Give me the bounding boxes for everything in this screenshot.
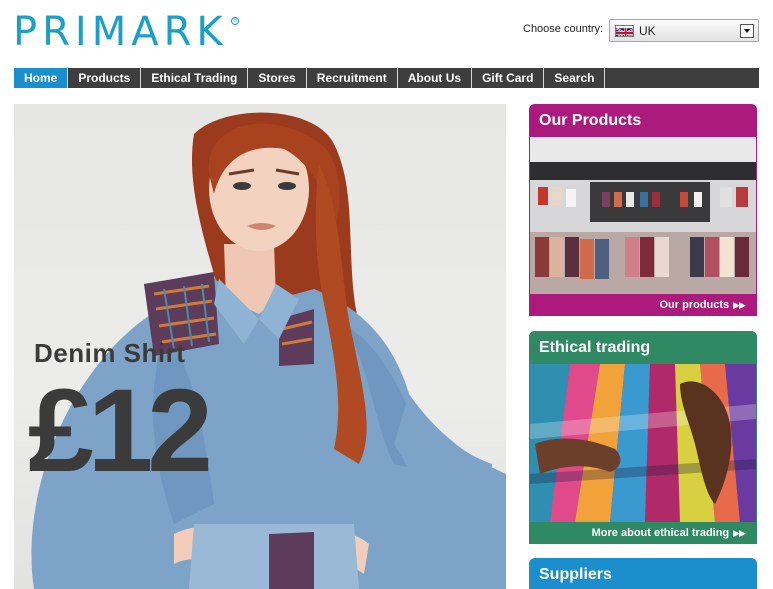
suppliers-panel[interactable]: Suppliers: [529, 558, 757, 589]
nav-item-search[interactable]: Search: [544, 68, 606, 88]
double-arrow-icon: ▶▶: [733, 300, 746, 310]
fabric-hands-image[interactable]: [529, 364, 757, 522]
main-nav: Home Products Ethical Trading Stores Rec…: [14, 68, 759, 88]
store-interior-image[interactable]: [529, 137, 757, 294]
ethical-trading-title: Ethical trading: [529, 331, 757, 364]
nav-item-home[interactable]: Home: [14, 68, 69, 88]
nav-item-recruitment[interactable]: Recruitment: [307, 68, 398, 88]
registered-mark-icon: ®: [231, 17, 239, 25]
ethical-trading-panel[interactable]: Ethical trading More about ethical tradi…: [529, 331, 757, 544]
nav-item-stores[interactable]: Stores: [248, 68, 307, 88]
our-products-panel[interactable]: Our Products Our products ▶▶: [529, 104, 757, 316]
our-products-title: Our Products: [529, 104, 757, 137]
nav-item-products[interactable]: Products: [68, 68, 142, 88]
uk-flag-icon: [615, 25, 634, 37]
hero-price: £12: [28, 365, 213, 497]
ethical-trading-link[interactable]: More about ethical trading ▶▶: [529, 522, 757, 544]
our-products-link[interactable]: Our products ▶▶: [529, 294, 757, 316]
nav-item-gift-card[interactable]: Gift Card: [472, 68, 545, 88]
double-arrow-icon: ▶▶: [733, 528, 746, 538]
nav-item-about-us[interactable]: About Us: [398, 68, 473, 88]
chevron-down-icon[interactable]: [740, 24, 754, 38]
suppliers-title: Suppliers: [529, 558, 757, 589]
country-value: UK: [639, 24, 656, 38]
hero-banner[interactable]: Denim Shirt £12: [14, 104, 506, 589]
nav-item-ethical-trading[interactable]: Ethical Trading: [141, 68, 249, 88]
primark-logo[interactable]: PRIMARK: [13, 10, 228, 54]
country-label: Choose country:: [523, 23, 604, 35]
country-select[interactable]: UK: [609, 19, 759, 42]
